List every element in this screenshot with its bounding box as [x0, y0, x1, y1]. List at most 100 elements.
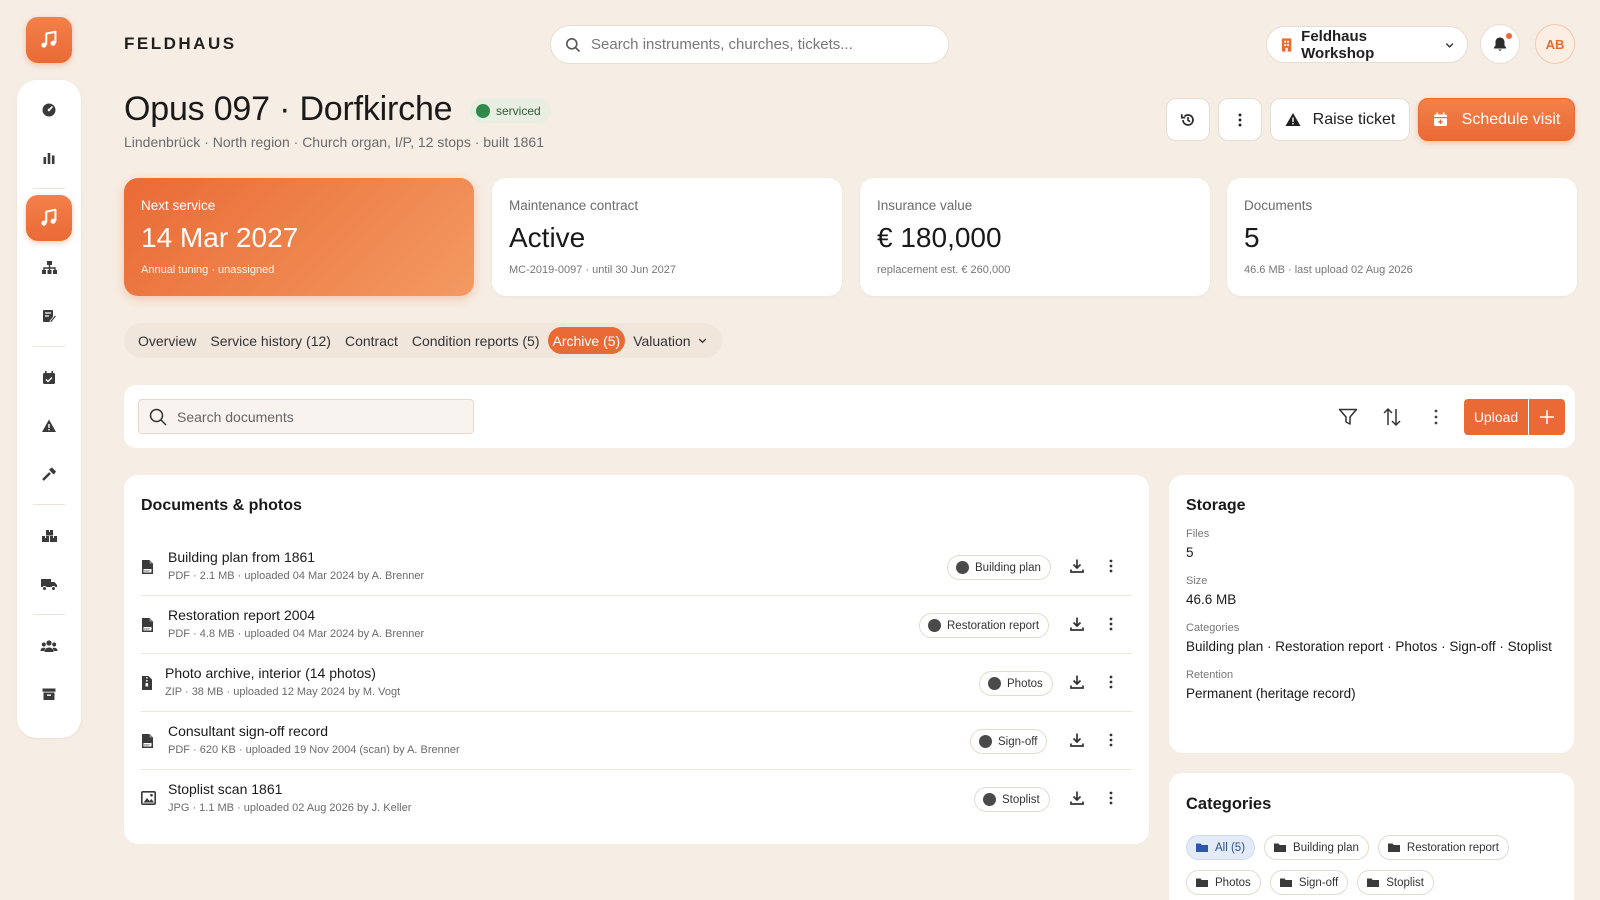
- category-chip-stoplist[interactable]: Stoplist: [1357, 870, 1434, 895]
- nav-tools[interactable]: [31, 456, 67, 492]
- instruments-icon: [41, 208, 57, 226]
- category-chip-restoration-report[interactable]: Restoration report: [1377, 835, 1509, 860]
- status-badge: serviced: [470, 98, 551, 123]
- document-row[interactable]: PDF Building plan from 1861 PDF · 2.1 MB…: [141, 538, 1132, 596]
- history-button[interactable]: [1166, 98, 1210, 141]
- notifications-button[interactable]: [1480, 24, 1520, 64]
- more-vertical-icon[interactable]: [1109, 674, 1113, 690]
- history-icon: [1180, 113, 1194, 126]
- stat-value: € 180,000: [877, 222, 1002, 253]
- document-meta: JPG · 1.1 MB · uploaded 02 Aug 2026 by J…: [168, 802, 412, 814]
- reports-icon: [43, 310, 57, 323]
- stat-documents[interactable]: Documents 5 46.6 MB · last upload 02 Aug…: [1227, 178, 1577, 296]
- document-row[interactable]: Photo archive, interior (14 photos) ZIP …: [141, 654, 1132, 712]
- tab-archive[interactable]: Archive (5): [547, 327, 626, 354]
- category-chip-label: Restoration report: [1406, 841, 1499, 854]
- document-tag[interactable]: Building plan: [947, 555, 1051, 580]
- more-vertical-icon[interactable]: [1109, 732, 1113, 748]
- more-vertical-icon[interactable]: [1109, 558, 1113, 574]
- document-name: Restoration report 2004: [168, 607, 316, 623]
- calendar-icon: [43, 371, 55, 384]
- tab-condition-reports[interactable]: Condition reports (5): [406, 327, 546, 354]
- notification-dot: [1505, 32, 1513, 40]
- archive-icon: [42, 688, 56, 700]
- org-icon: [41, 261, 57, 274]
- tab-overview[interactable]: Overview: [132, 327, 202, 354]
- raise-ticket-button[interactable]: Raise ticket: [1270, 98, 1410, 141]
- svg-text:PDF: PDF: [144, 627, 150, 631]
- storage-value: Permanent (heritage record): [1186, 686, 1356, 701]
- nav-calendar[interactable]: [31, 360, 67, 396]
- building-icon: [1281, 37, 1292, 52]
- category-chip-label: Photos: [1215, 876, 1251, 889]
- sort-button[interactable]: [1380, 405, 1404, 429]
- download-icon[interactable]: [1069, 616, 1085, 632]
- upload-button[interactable]: Upload: [1464, 399, 1528, 435]
- document-tag[interactable]: Stoplist: [974, 787, 1050, 812]
- document-name: Stoplist scan 1861: [168, 781, 283, 797]
- document-tag[interactable]: Sign-off: [970, 729, 1048, 754]
- left-nav-rail: [17, 80, 81, 738]
- document-tag[interactable]: Restoration report: [919, 613, 1050, 638]
- stat-maintenance-contract[interactable]: Maintenance contract Active MC-2019-0097…: [492, 178, 842, 296]
- category-chip-photos[interactable]: Photos: [1186, 870, 1261, 895]
- nav-dashboard[interactable]: [31, 92, 67, 128]
- nav-archive[interactable]: [31, 676, 67, 712]
- document-tag[interactable]: Photos: [979, 671, 1053, 696]
- category-chip-label: Sign-off: [1298, 876, 1339, 889]
- chart-icon: [43, 153, 55, 164]
- stat-next-service[interactable]: Next service 14 Mar 2027 Annual tuning ·…: [124, 178, 474, 296]
- nav-organization[interactable]: [31, 250, 67, 286]
- category-chip-building-plan[interactable]: Building plan: [1264, 835, 1369, 860]
- stat-label: Documents: [1244, 198, 1313, 213]
- nav-people[interactable]: [31, 628, 67, 664]
- nav-tickets[interactable]: [31, 408, 67, 444]
- user-avatar[interactable]: AB: [1535, 24, 1575, 64]
- more-vertical-icon[interactable]: [1109, 790, 1113, 806]
- folder-icon: [1274, 843, 1287, 852]
- filter-button[interactable]: [1336, 405, 1360, 429]
- stat-value: Active: [509, 222, 586, 253]
- more-actions-button[interactable]: [1218, 98, 1262, 141]
- tab-contract[interactable]: Contract: [339, 327, 404, 354]
- nav-reports[interactable]: [31, 298, 67, 334]
- more-vertical-icon[interactable]: [1109, 616, 1113, 632]
- nav-inventory[interactable]: [31, 518, 67, 554]
- chevron-down-icon: [698, 338, 706, 344]
- category-chip-label: Building plan: [1293, 841, 1359, 854]
- upload-add-button[interactable]: [1529, 399, 1565, 435]
- document-meta: PDF · 4.8 MB · uploaded 04 Mar 2024 by A…: [168, 628, 425, 640]
- nav-analytics[interactable]: [31, 140, 67, 176]
- download-icon[interactable]: [1069, 558, 1085, 574]
- brand-logo[interactable]: [26, 17, 72, 63]
- tab-service-history[interactable]: Service history (12): [204, 327, 337, 354]
- category-chip-sign-off[interactable]: Sign-off: [1269, 870, 1349, 895]
- category-chip-all[interactable]: All (5): [1186, 835, 1256, 860]
- document-name: Consultant sign-off record: [168, 723, 329, 739]
- calendar-add-icon: [1433, 112, 1447, 126]
- schedule-visit-button[interactable]: Schedule visit: [1418, 98, 1575, 141]
- global-search[interactable]: [550, 25, 949, 64]
- stat-insurance-value[interactable]: Insurance value € 180,000 replacement es…: [860, 178, 1210, 296]
- storage-retention: Retention Permanent (heritage record): [1186, 669, 1557, 703]
- document-search[interactable]: [138, 399, 474, 434]
- document-row[interactable]: PDF Restoration report 2004 PDF · 4.8 MB…: [141, 596, 1132, 654]
- stat-note: Annual tuning · unassigned: [141, 264, 275, 276]
- document-row[interactable]: Stoplist scan 1861 JPG · 1.1 MB · upload…: [141, 770, 1132, 828]
- tab-valuation[interactable]: Valuation: [627, 327, 713, 354]
- nav-logistics[interactable]: [31, 566, 67, 602]
- global-search-input[interactable]: [591, 36, 931, 53]
- document-row[interactable]: PDF Consultant sign-off record PDF · 620…: [141, 712, 1132, 770]
- document-search-input[interactable]: [177, 408, 467, 425]
- download-icon[interactable]: [1069, 732, 1085, 748]
- storage-card: Storage Files 5 Size 46.6 MB Categories …: [1169, 475, 1574, 753]
- nav-instruments[interactable]: [26, 195, 72, 241]
- workspace-switcher[interactable]: Feldhaus Workshop: [1266, 26, 1468, 63]
- document-list: PDF Building plan from 1861 PDF · 2.1 MB…: [141, 538, 1132, 828]
- toolbar-more-button[interactable]: [1424, 405, 1448, 429]
- status-dot: [476, 103, 490, 118]
- page-subtitle: Lindenbrück · North region · Church orga…: [124, 134, 544, 150]
- download-icon[interactable]: [1069, 790, 1085, 806]
- pdf-file-icon: PDF: [142, 734, 153, 748]
- download-icon[interactable]: [1069, 674, 1085, 690]
